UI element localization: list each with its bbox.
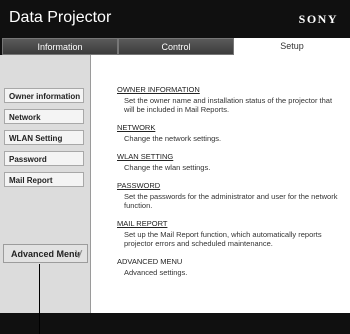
sidebar-item-password[interactable]: Password (4, 151, 84, 166)
double-chevron-down-icon: ⋁ (75, 249, 82, 258)
sidebar-item-mail-report[interactable]: Mail Report (4, 172, 84, 187)
section-description: Change the wlan settings. (124, 163, 211, 172)
link-network[interactable]: NETWORK (117, 123, 342, 132)
section-password: PASSWORD Set the passwords for the admin… (117, 181, 342, 210)
label-advanced-menu: ADVANCED MENU (117, 257, 183, 266)
section-advanced-menu: ADVANCED MENU Advanced settings. (117, 257, 342, 277)
section-description: Set the owner name and installation stat… (124, 96, 333, 114)
app-title: Data Projector (9, 9, 112, 26)
link-password[interactable]: PASSWORD (117, 181, 342, 190)
tab-information[interactable]: Information (2, 38, 118, 55)
footer-bar (0, 313, 350, 334)
advanced-menu-label: Advanced Menu (11, 249, 81, 259)
callout-line (39, 264, 40, 334)
tab-control[interactable]: Control (118, 38, 234, 55)
tab-bar: Information Control Setup (0, 38, 350, 55)
header-bar: Data Projector SONY (0, 0, 350, 38)
section-network: NETWORK Change the network settings. (117, 123, 342, 143)
section-description: Set up the Mail Report function, which a… (124, 230, 322, 248)
sidebar-item-owner-information[interactable]: Owner information (4, 88, 84, 103)
section-description: Change the network settings. (124, 134, 222, 143)
sidebar-item-network[interactable]: Network (4, 109, 84, 124)
tab-setup[interactable]: Setup (234, 38, 350, 55)
advanced-menu-button[interactable]: Advanced Menu ⋁ (3, 244, 88, 263)
section-wlan-setting: WLAN SETTING Change the wlan settings. (117, 152, 342, 172)
section-description: Advanced settings. (124, 268, 188, 277)
link-owner-information[interactable]: OWNER INFORMATION (117, 85, 342, 94)
sidebar-item-wlan-setting[interactable]: WLAN Setting (4, 130, 84, 145)
link-mail-report[interactable]: MAIL REPORT (117, 219, 342, 228)
settings-list: OWNER INFORMATION Set the owner name and… (117, 85, 342, 286)
section-description: Set the passwords for the administrator … (124, 192, 338, 210)
section-owner-information: OWNER INFORMATION Set the owner name and… (117, 85, 342, 114)
link-wlan-setting[interactable]: WLAN SETTING (117, 152, 342, 161)
section-mail-report: MAIL REPORT Set up the Mail Report funct… (117, 219, 342, 248)
sidebar: Owner information Network WLAN Setting P… (0, 55, 90, 313)
sidebar-divider (90, 55, 91, 313)
brand-logo: SONY (298, 12, 338, 26)
